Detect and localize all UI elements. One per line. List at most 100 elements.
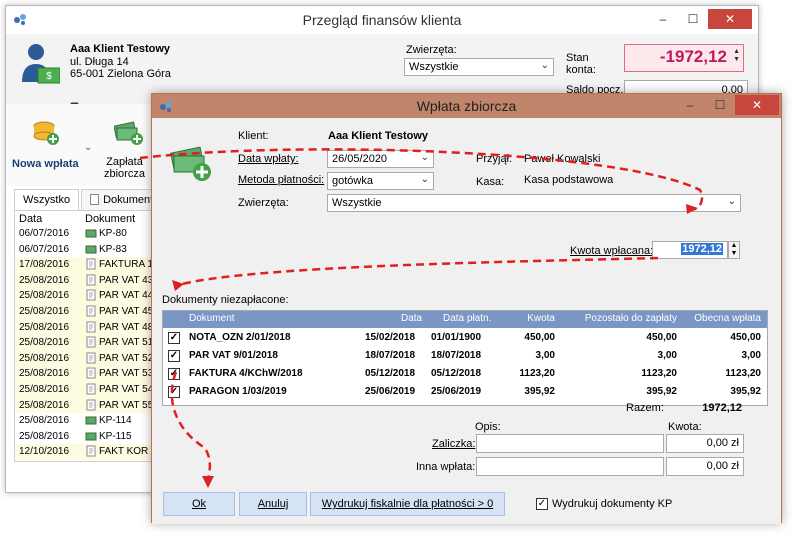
list-item[interactable]: 25/08/2016 PAR VAT 53 [15,366,159,382]
other-description-input[interactable] [476,457,664,476]
row-checkbox[interactable]: ✓ [168,332,180,344]
cash-register-label: Kasa: [476,176,505,188]
advance-label: Zaliczka: [432,438,476,450]
animals-select[interactable]: Wszystkie ⌄ [404,58,554,76]
dropdown-chevron-icon[interactable]: ⌄ [84,142,92,153]
total-value: 1972,12 [702,402,742,414]
row-checkbox[interactable]: ✓ [168,386,180,398]
col-date[interactable]: Data [401,313,422,324]
chevron-down-icon: ⌄ [540,60,549,71]
cell-document: PAR VAT 9/01/2018 [189,350,278,361]
cell-due-date: 05/12/2018 [431,368,482,379]
list-header: Data Dokument [15,211,159,226]
dialog-close-button[interactable]: ✕ [735,95,779,115]
list-item[interactable]: 25/08/2016 PAR VAT 54 [15,381,159,398]
accepted-by-value: Paweł Kowalski [524,153,601,165]
cell-amount: 1123,20 [519,368,555,379]
print-kp-checkbox[interactable]: ✓ [536,498,548,510]
print-fiscal-button[interactable]: Wydrukuj fiskalnie dla płatności > 0 [310,492,505,516]
list-item[interactable]: 25/08/2016 PAR VAT 44 [15,288,159,304]
unpaid-documents-grid: Dokument Data Data płatn. Kwota Pozostał… [162,310,768,406]
ok-button[interactable]: Ok [163,492,235,516]
row-checkbox[interactable]: ✓ [168,368,180,380]
list-item[interactable]: 17/08/2016 FAKTURA 1/ [15,257,159,273]
cell-date: 18/07/2018 [365,350,416,361]
list-item[interactable]: 25/08/2016 KP-115 [15,429,159,445]
table-row[interactable]: ✓ FAKTURA 4/KChW/2018 05/12/2018 05/12/2018… [163,365,767,383]
cash-receipt-icon [85,414,97,426]
list-item-document: PAR VAT 45 [99,305,154,317]
dialog-titlebar: Wpłata zbiorcza – ☐ ✕ [152,94,781,118]
list-item-date: 25/08/2016 [19,305,70,317]
list-item[interactable]: 25/08/2016 PAR VAT 48 [15,319,159,336]
collective-payment-button[interactable]: Zapłata zbiorcza [102,120,158,182]
list-item[interactable]: 06/07/2016 KP-80 [15,226,159,242]
new-payment-button[interactable]: Nowa wpłata [12,120,82,182]
list-item[interactable]: 25/08/2016 KP-114 [15,413,159,429]
document-icon [85,383,97,395]
amount-spinner-icon[interactable]: ▲ ▼ [728,241,740,259]
cell-date: 25/06/2019 [365,386,416,397]
maximize-button[interactable]: ☐ [678,9,708,29]
client-label: Klient: [238,130,269,142]
close-button[interactable]: ✕ [708,9,752,29]
dialog-maximize-button[interactable]: ☐ [705,95,735,115]
cell-current-payment: 450,00 [730,332,761,343]
table-row[interactable]: ✓ NOTA_OZN 2/01/2018 15/02/2018 01/01/1900 4… [163,329,767,347]
chevron-down-icon: ⌄ [420,152,429,163]
cell-due-date: 18/07/2018 [431,350,482,361]
cell-amount: 3,00 [535,350,555,361]
document-icon [85,336,97,348]
col-remaining[interactable]: Pozostało do zapłaty [585,313,677,324]
payment-method-label: Metoda płatności: [238,174,325,186]
list-item-date: 25/08/2016 [19,415,70,427]
payment-method-select[interactable]: gotówka ⌄ [327,172,434,190]
cell-due-date: 01/01/1900 [431,332,482,343]
list-item[interactable]: 25/08/2016 PAR VAT 45 [15,303,159,320]
stan-konta-label: Stan konta: [566,52,596,76]
row-checkbox[interactable]: ✓ [168,350,180,362]
cell-due-date: 25/06/2019 [431,386,482,397]
list-item-document: PAR VAT 52 [99,352,154,364]
cancel-button[interactable]: Anuluj [239,492,307,516]
cell-remaining: 1123,20 [641,368,677,379]
total-label: Razem: [626,402,664,414]
cell-remaining: 450,00 [646,332,677,343]
list-item-date: 25/08/2016 [19,352,70,364]
payment-date-picker[interactable]: 26/05/2020 ⌄ [327,150,434,168]
list-item[interactable]: 25/08/2016 PAR VAT 51 [15,335,159,351]
collective-payment-label: Zapłata zbiorcza [104,156,145,180]
col-date: Data [19,213,43,225]
col-current-payment[interactable]: Obecna wpłata [694,313,761,324]
table-row[interactable]: ✓ PAR VAT 9/01/2018 18/07/2018 18/07/2018 3,… [163,347,767,365]
minimize-button[interactable]: – [648,9,678,29]
other-amount-input[interactable]: 0,00 zł [666,457,744,476]
col-due-date[interactable]: Data płatn. [443,313,491,324]
advance-description-input[interactable] [476,434,664,453]
list-item-date: 25/08/2016 [19,290,70,302]
table-row[interactable]: ✓ PARAGON 1/03/2019 25/06/2019 25/06/2019 39… [163,383,767,401]
animals-select[interactable]: Wszystkie ⌄ [327,194,741,212]
list-item-document: PAR VAT 43 [99,274,154,286]
list-item-date: 06/07/2016 [19,228,70,239]
dialog-minimize-button[interactable]: – [675,95,705,115]
list-item[interactable]: 25/08/2016 PAR VAT 52 [15,350,159,367]
spin-icon[interactable]: ▲ ▼ [733,48,740,64]
list-item[interactable]: 06/07/2016 KP-83 [15,242,159,258]
list-item-document: PAR VAT 54 [99,383,154,395]
cell-date: 05/12/2018 [365,368,416,379]
description-label: Opis: [475,421,501,433]
tab-all[interactable]: Wszystko [14,189,80,211]
list-item[interactable]: 12/10/2016 FAKT KOR 3 [15,444,159,460]
amount-input[interactable]: 1972,12 [652,241,728,259]
col-document: Dokument [85,213,136,225]
cell-document: FAKTURA 4/KChW/2018 [189,368,303,379]
list-item[interactable]: 25/08/2016 PAR VAT 43 [15,272,159,289]
coins-add-icon [32,120,60,146]
list-item[interactable]: 25/08/2016 PAR VAT 55 [15,397,159,414]
col-amount[interactable]: Kwota [527,313,555,324]
dialog-footer: Ok Anuluj Wydrukuj fiskalnie dla płatnoś… [152,490,781,524]
col-document[interactable]: Dokument [189,313,235,324]
advance-amount-input[interactable]: 0,00 zł [666,434,744,453]
cell-amount: 450,00 [524,332,555,343]
